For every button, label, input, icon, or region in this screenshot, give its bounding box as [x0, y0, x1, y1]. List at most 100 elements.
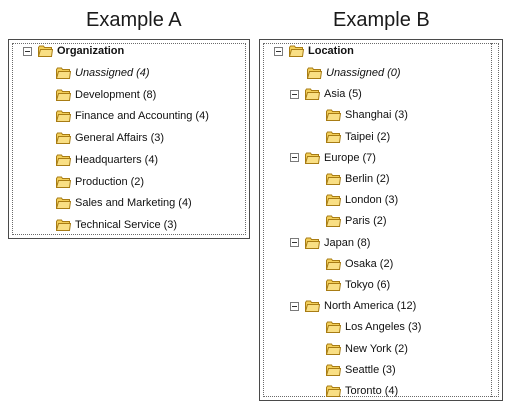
tree-node-count: (2) — [373, 215, 387, 228]
folder-icon — [56, 176, 71, 188]
folder-icon — [326, 173, 341, 185]
tree-node-count: (3) — [382, 363, 396, 376]
tree-node-count: (0) — [387, 67, 401, 79]
tree-node-label: Development — [75, 88, 140, 101]
tree-node-count: (2) — [394, 342, 408, 355]
folder-icon — [326, 109, 341, 122]
location-tree-node[interactable]: Europe (7) — [290, 149, 376, 167]
location-tree-node[interactable]: Taipei (2) — [326, 128, 390, 146]
folder-icon — [305, 152, 320, 164]
tree-node-count: (4) — [384, 385, 399, 397]
location-tree-node[interactable]: North America (12) — [290, 297, 416, 315]
tree-node-label: Berlin — [345, 173, 374, 185]
tree-node-label: Osaka — [345, 257, 377, 270]
organization-tree-node[interactable]: Production (2) — [56, 173, 144, 191]
location-tree-node[interactable]: Seattle (3) — [326, 361, 396, 379]
tree-node-count: (4) — [178, 197, 192, 210]
tree-node-label: Shanghai — [345, 109, 392, 122]
folder-icon — [305, 88, 320, 101]
collapse-minus-icon[interactable] — [290, 153, 299, 163]
tree-node-label: Toronto — [345, 385, 382, 397]
folder-icon — [326, 215, 341, 228]
tree-node-label: Finance and Accounting — [75, 110, 193, 123]
location-tree-panel[interactable]: Location Unassigned (0) Asia (5) Shanghai (3)… — [259, 39, 503, 401]
location-tree-node[interactable]: Japan (8) — [290, 234, 370, 252]
tree-node-label: Los Angeles — [345, 321, 405, 334]
folder-icon — [38, 45, 53, 57]
tree-node-count: (3) — [407, 321, 422, 334]
organization-tree-node[interactable]: General Affairs (3) — [56, 129, 164, 147]
location-tree-node[interactable]: New York (2) — [326, 340, 408, 358]
organization-tree-node[interactable]: Sales and Marketing (4) — [56, 194, 192, 212]
folder-icon — [56, 197, 71, 210]
location-tree-node[interactable]: Shanghai (3) — [326, 106, 408, 124]
collapse-minus-icon[interactable] — [290, 238, 299, 248]
organization-tree-node[interactable]: Finance and Accounting (4) — [56, 107, 209, 125]
tree-node-count: (4) — [144, 153, 159, 166]
tree-node-count: (4) — [136, 67, 150, 79]
organization-tree-panel[interactable]: Organization Unassigned (4) Development (8)… — [8, 39, 250, 239]
tree-node-count: (8) — [356, 236, 371, 249]
folder-icon — [326, 279, 341, 291]
tree-node-count: (3) — [150, 132, 165, 145]
example-a-title: Example A — [86, 9, 182, 31]
tree-root-label: Organization — [57, 45, 125, 57]
folder-icon — [326, 321, 341, 334]
location-tree-node[interactable]: Toronto (4) — [326, 382, 398, 400]
collapse-minus-icon[interactable] — [274, 46, 283, 56]
tree-node-label: Tokyo — [345, 279, 374, 291]
location-tree-node[interactable]: London (3) — [326, 191, 398, 209]
tree-node-label: Taipei — [345, 130, 374, 143]
folder-icon — [305, 300, 320, 313]
tree-node-label: London — [345, 194, 382, 207]
folder-icon — [56, 219, 71, 231]
tree-root-organization[interactable]: Organization — [23, 42, 124, 60]
folder-icon — [326, 194, 341, 207]
folder-icon — [56, 110, 71, 123]
tree-node-label: Asia — [324, 88, 346, 101]
tree-node-label: Unassigned — [326, 67, 385, 79]
tree-root-location[interactable]: Location — [274, 42, 354, 60]
folder-icon — [56, 89, 71, 101]
folder-icon — [326, 258, 341, 270]
location-tree-node[interactable]: Unassigned (0) — [307, 64, 401, 82]
folder-icon — [56, 154, 71, 166]
folder-icon — [56, 132, 71, 145]
tree-node-count: (2) — [130, 175, 145, 188]
tree-node-label: General Affairs — [75, 132, 148, 145]
tree-node-count: (2) — [376, 130, 391, 143]
location-tree-node[interactable]: Paris (2) — [326, 212, 387, 230]
collapse-minus-icon[interactable] — [23, 46, 32, 56]
tree-node-count: (7) — [362, 151, 376, 164]
collapse-minus-icon[interactable] — [290, 89, 299, 99]
tree-node-label: New York — [345, 342, 392, 355]
tree-node-label: Japan — [324, 236, 354, 249]
folder-icon — [307, 67, 322, 79]
tree-node-label: Europe — [324, 151, 360, 164]
location-tree-node[interactable]: Berlin (2) — [326, 170, 390, 188]
tree-node-count: (8) — [142, 88, 157, 101]
organization-tree-node[interactable]: Development (8) — [56, 86, 156, 104]
collapse-minus-icon[interactable] — [290, 301, 299, 311]
location-tree-node[interactable]: Asia (5) — [290, 85, 362, 103]
tree-node-count: (5) — [348, 88, 362, 101]
organization-tree-node[interactable]: Unassigned (4) — [56, 64, 150, 82]
folder-icon — [56, 67, 71, 79]
location-tree-node[interactable]: Osaka (2) — [326, 255, 393, 273]
location-tree-node[interactable]: Tokyo (6) — [326, 276, 390, 294]
organization-tree-node[interactable]: Technical Service (3) — [56, 216, 177, 234]
tree-node-label: Unassigned — [75, 67, 134, 79]
tree-node-count: (4) — [195, 110, 209, 123]
organization-tree-node[interactable]: Headquarters (4) — [56, 151, 158, 169]
tree-node-count: (6) — [376, 279, 391, 291]
tree-node-label: North America — [324, 300, 394, 313]
tree-node-label: Production — [75, 175, 128, 188]
tree-node-count: (2) — [376, 173, 390, 185]
example-b-title: Example B — [333, 9, 430, 31]
folder-icon — [326, 364, 341, 376]
folder-icon — [305, 237, 320, 249]
tree-node-count: (12) — [396, 300, 417, 313]
location-tree-node[interactable]: Los Angeles (3) — [326, 318, 421, 336]
tree-node-label: Headquarters — [75, 153, 142, 166]
folder-icon — [289, 45, 304, 57]
